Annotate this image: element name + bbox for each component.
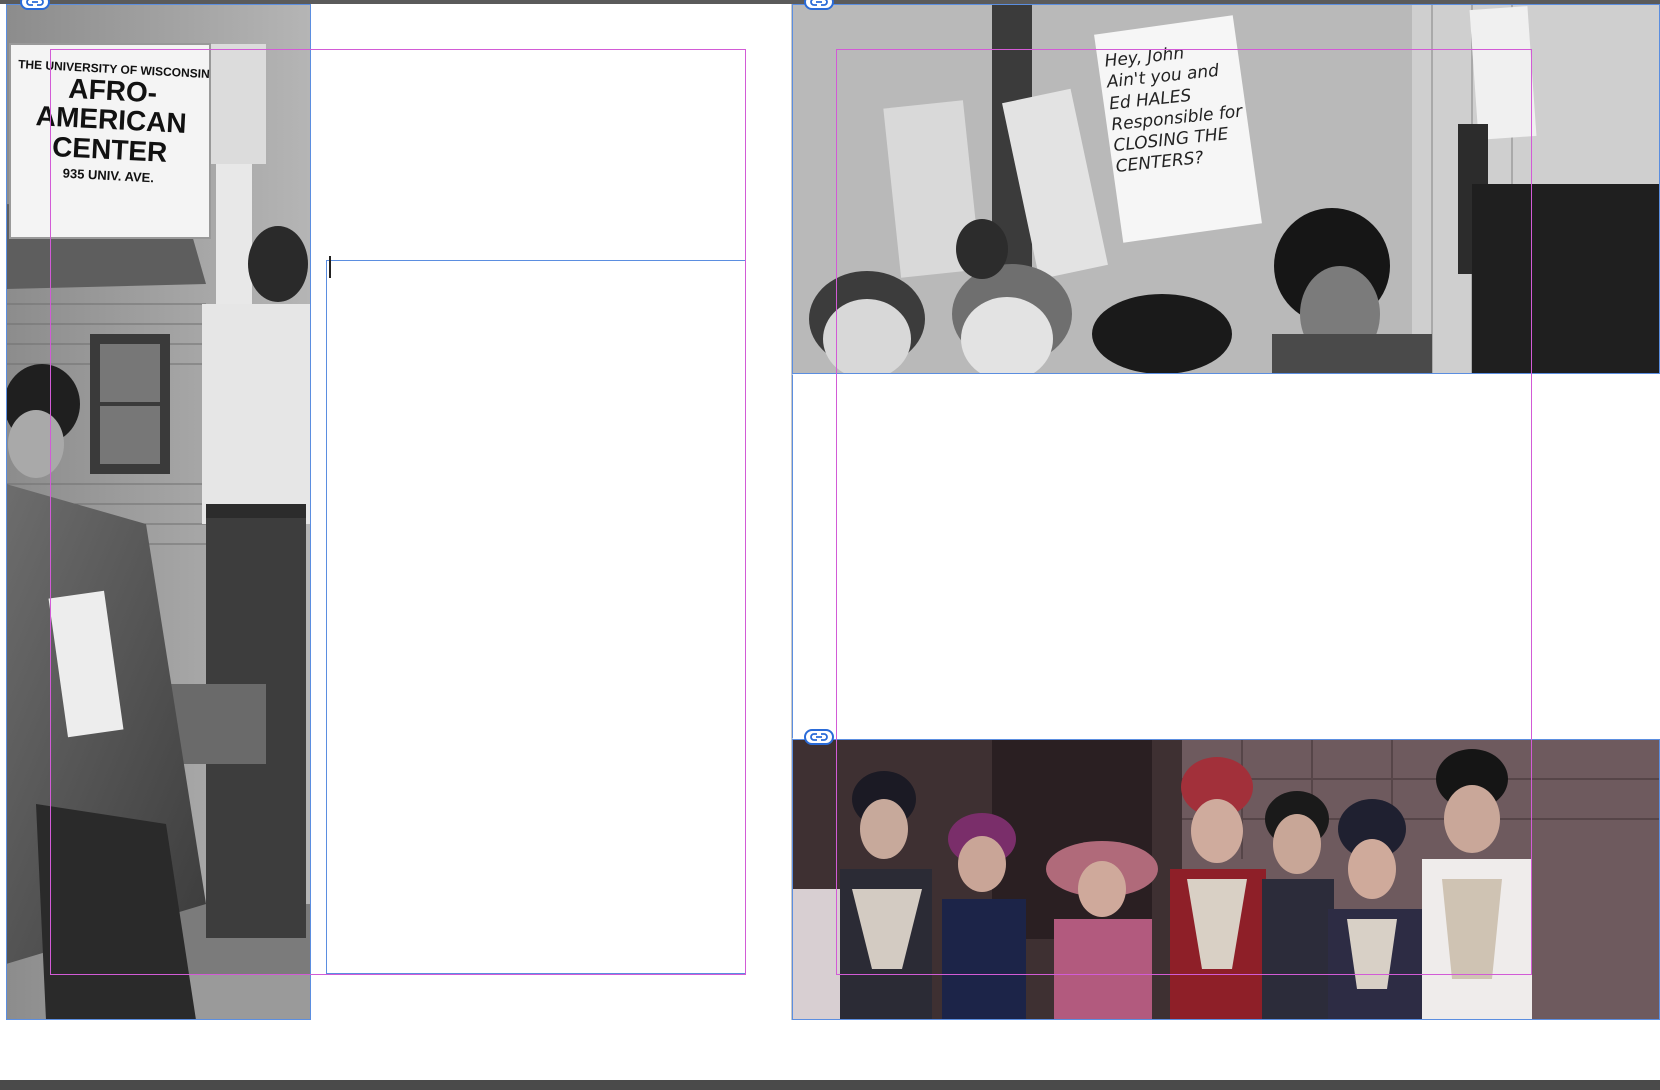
photo-protest[interactable]: Hey, John Ain't you and Ed HALES Respons… — [792, 4, 1660, 374]
pasteboard-bottom — [0, 1080, 1660, 1090]
link-badge-group[interactable] — [804, 729, 834, 745]
chain-link-icon — [810, 733, 828, 741]
sign-line-address: 935 UNIV. AVE. — [62, 165, 155, 186]
sign-line-center: CENTER — [51, 130, 169, 168]
page-spine — [791, 4, 792, 1020]
link-badge-afro-center[interactable] — [20, 0, 50, 10]
photo-afro-american-center[interactable]: THE UNIVERSITY OF WISCONSIN AFRO- AMERIC… — [6, 4, 310, 1020]
sign-afro-american-center: THE UNIVERSITY OF WISCONSIN AFRO- AMERIC… — [7, 49, 212, 239]
photo-group-traditional-dress[interactable] — [792, 739, 1660, 1020]
chain-link-icon — [26, 0, 44, 6]
placard-text: Hey, John Ain't you and Ed HALES Respons… — [1103, 43, 1244, 178]
link-badge-protest[interactable] — [804, 0, 834, 10]
chain-link-icon — [810, 0, 828, 6]
text-insertion-cursor — [329, 256, 331, 278]
